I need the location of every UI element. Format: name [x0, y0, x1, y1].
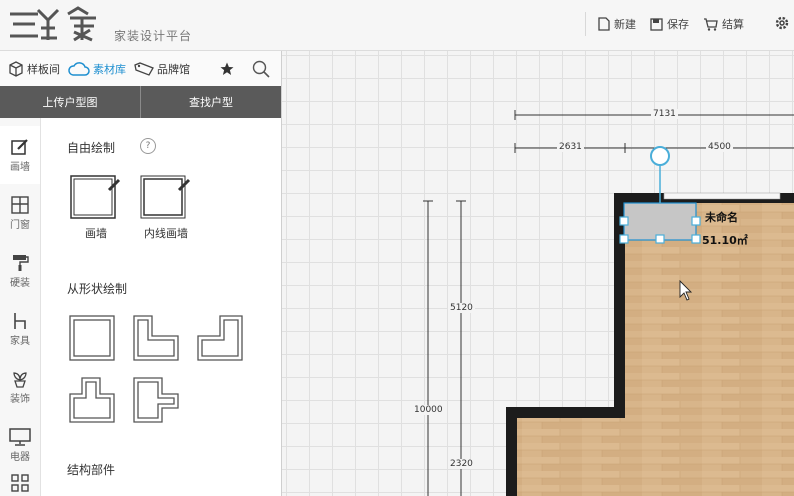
free-draw-title: 自由绘制	[67, 141, 116, 155]
l-shape-right[interactable]	[196, 314, 244, 362]
draw-wall-icon	[70, 175, 121, 219]
square-shape[interactable]	[68, 314, 116, 362]
draw-wall-tool[interactable]: 画墙	[66, 172, 126, 241]
inner-wall-label: 内线画墙	[144, 227, 188, 240]
category-label: 电器	[10, 451, 30, 463]
box-icon	[9, 60, 23, 77]
star-icon[interactable]	[220, 61, 234, 80]
chair-icon	[14, 312, 26, 329]
category-draw-wall[interactable]: 画墙	[0, 126, 40, 184]
new-label: 新建	[614, 18, 636, 31]
room-name[interactable]: 未命名	[705, 209, 738, 225]
dim-seg-lower: 2320	[448, 459, 475, 469]
checkout-button[interactable]: 结算	[703, 12, 744, 36]
floppy-icon	[650, 17, 663, 31]
save-label: 保存	[667, 18, 689, 31]
structure-parts-title: 结构部件	[67, 463, 116, 477]
upload-floorplan-button[interactable]: 上传户型图	[0, 86, 140, 118]
design-canvas[interactable]: 7131 2631 4500 5120 10000 2320 未命名 51.10…	[282, 51, 794, 496]
tab-label: 样板间	[27, 62, 60, 76]
category-label: 家具	[10, 335, 30, 347]
inner-wall-tool[interactable]: 内线画墙	[136, 172, 196, 241]
window-opening[interactable]	[663, 192, 781, 200]
dim-seg-left: 2631	[557, 142, 584, 152]
toolbar: 新建 保存 结算	[585, 12, 758, 36]
floorplan-actions: 上传户型图 查找户型	[0, 86, 281, 118]
category-decor[interactable]: 装饰	[0, 358, 40, 416]
app-slogan: 家装设计平台	[114, 29, 193, 43]
dim-seg-right: 4500	[706, 142, 733, 152]
gear-icon[interactable]	[774, 15, 790, 35]
floor-plan	[423, 110, 794, 496]
plant-icon	[13, 371, 27, 388]
checkout-label: 结算	[722, 18, 744, 31]
dim-seg-upper: 5120	[448, 303, 475, 313]
find-floorplan-button[interactable]: 查找户型	[141, 86, 281, 118]
category-label: 装饰	[10, 393, 30, 405]
room-area: 51.10㎡	[702, 234, 748, 247]
library-tabs: 样板间 素材库 品牌馆	[0, 51, 281, 86]
help-icon[interactable]: ?	[140, 138, 156, 154]
category-sidebar: 画墙 门窗 硬装 家具 装饰 电器	[0, 118, 41, 496]
l-shape-left[interactable]	[132, 314, 180, 362]
rotate-handle[interactable]	[650, 146, 670, 166]
tab-sample-rooms[interactable]: 样板间	[8, 60, 60, 77]
search-icon[interactable]	[252, 60, 270, 82]
category-doors-windows[interactable]: 门窗	[0, 184, 40, 242]
cart-icon	[704, 17, 718, 31]
tab-label: 素材库	[93, 62, 126, 76]
draw-wall-label: 画墙	[85, 227, 107, 240]
app-logo[interactable]	[8, 4, 102, 44]
inner-wall-icon	[140, 175, 191, 219]
paint-roller-icon	[13, 254, 29, 271]
tag-icon	[134, 61, 154, 76]
toolbar-divider	[585, 12, 586, 36]
category-furniture[interactable]: 家具	[0, 300, 40, 358]
shape-draw-title: 从形状绘制	[67, 282, 128, 296]
pencil-icon	[11, 138, 28, 155]
dim-total-width: 7131	[651, 109, 678, 119]
window-icon	[11, 195, 29, 214]
category-more[interactable]	[0, 470, 40, 496]
category-hard-decoration[interactable]: 硬装	[0, 242, 40, 300]
tab-material-library[interactable]: 素材库	[68, 61, 126, 77]
category-appliances[interactable]: 电器	[0, 416, 40, 474]
room-floor[interactable]	[517, 203, 794, 496]
category-label: 门窗	[10, 219, 30, 231]
t-shape[interactable]	[68, 376, 116, 424]
grid-icon	[11, 474, 29, 492]
tab-label: 品牌馆	[157, 62, 190, 76]
monitor-icon	[9, 427, 31, 446]
category-label: 硬装	[10, 277, 30, 289]
file-icon	[598, 17, 610, 31]
tab-brand-hall[interactable]: 品牌馆	[134, 61, 190, 77]
new-button[interactable]: 新建	[598, 12, 636, 36]
dim-total-height: 10000	[412, 405, 445, 415]
save-button[interactable]: 保存	[650, 12, 689, 36]
notch-shape[interactable]	[132, 376, 180, 424]
cloud-icon	[68, 61, 90, 76]
category-label: 画墙	[10, 161, 30, 173]
